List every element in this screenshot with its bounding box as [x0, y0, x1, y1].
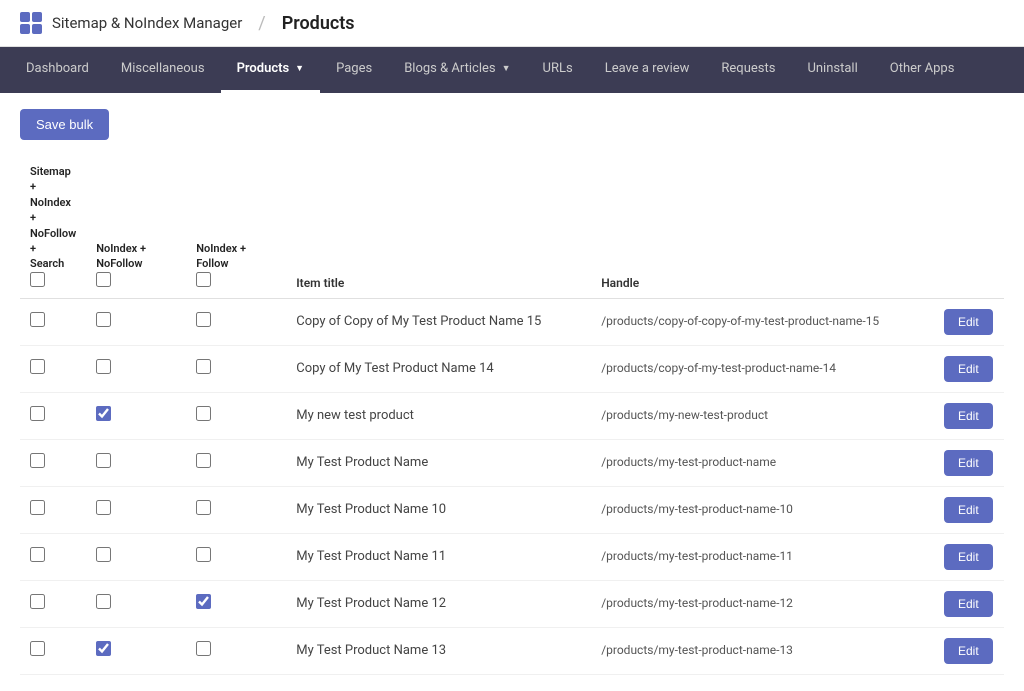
- row-title-0: Copy of Copy of My Test Product Name 15: [286, 298, 591, 345]
- row-title-5: My Test Product Name 11: [286, 533, 591, 580]
- table-row: My Test Product Name 11/products/my-test…: [20, 533, 1004, 580]
- row-check1-6[interactable]: [30, 594, 45, 609]
- table-body: Copy of Copy of My Test Product Name 15/…: [20, 298, 1004, 674]
- nav-item-products[interactable]: Products▼: [221, 47, 321, 93]
- nav-item-other-apps[interactable]: Other Apps: [874, 47, 971, 93]
- row-check2-6[interactable]: [96, 594, 111, 609]
- nav-bar: DashboardMiscellaneousProducts▼PagesBlog…: [0, 47, 1024, 93]
- row-check2-4[interactable]: [96, 500, 111, 515]
- table-row: Copy of Copy of My Test Product Name 15/…: [20, 298, 1004, 345]
- col-header-sitemap: Sitemap +NoIndex +NoFollow +Search: [20, 156, 86, 298]
- row-check2-5[interactable]: [96, 547, 111, 562]
- edit-button-6[interactable]: Edit: [944, 591, 993, 617]
- row-check2-3[interactable]: [96, 453, 111, 468]
- row-check2-1[interactable]: [96, 359, 111, 374]
- dropdown-arrow-icon: ▼: [502, 63, 511, 74]
- col-header-noindex-nofollow: NoIndex +NoFollow: [86, 156, 186, 298]
- row-check3-0[interactable]: [196, 312, 211, 327]
- row-title-7: My Test Product Name 13: [286, 627, 591, 674]
- app-header: Sitemap & NoIndex Manager / Products: [0, 0, 1024, 47]
- col-header-item-title: Item title: [286, 156, 591, 298]
- row-check3-7[interactable]: [196, 641, 211, 656]
- nav-item-pages[interactable]: Pages: [320, 47, 388, 93]
- col-header-noindex-follow: NoIndex +Follow: [186, 156, 286, 298]
- row-check1-7[interactable]: [30, 641, 45, 656]
- table-row: My Test Product Name/products/my-test-pr…: [20, 439, 1004, 486]
- row-handle-1: /products/copy-of-my-test-product-name-1…: [591, 345, 934, 392]
- row-check2-0[interactable]: [96, 312, 111, 327]
- edit-button-2[interactable]: Edit: [944, 403, 993, 429]
- edit-button-4[interactable]: Edit: [944, 497, 993, 523]
- nav-item-miscellaneous[interactable]: Miscellaneous: [105, 47, 221, 93]
- nav-item-blogs---articles[interactable]: Blogs & Articles▼: [388, 47, 526, 93]
- nav-item-leave-a-review[interactable]: Leave a review: [589, 47, 706, 93]
- edit-button-1[interactable]: Edit: [944, 356, 993, 382]
- row-check2-2[interactable]: [96, 406, 111, 421]
- page-title: Products: [282, 13, 355, 34]
- table-row: My Test Product Name 10/products/my-test…: [20, 486, 1004, 533]
- main-content: Save bulk Sitemap +NoIndex +NoFollow +Se…: [0, 93, 1024, 691]
- row-check2-7[interactable]: [96, 641, 111, 656]
- edit-button-7[interactable]: Edit: [944, 638, 993, 664]
- nav-item-dashboard[interactable]: Dashboard: [10, 47, 105, 93]
- edit-button-3[interactable]: Edit: [944, 450, 993, 476]
- row-title-1: Copy of My Test Product Name 14: [286, 345, 591, 392]
- table-row: My Test Product Name 12/products/my-test…: [20, 580, 1004, 627]
- edit-button-0[interactable]: Edit: [944, 309, 993, 335]
- row-check1-4[interactable]: [30, 500, 45, 515]
- breadcrumb-separator: /: [258, 13, 265, 34]
- table-row: My Test Product Name 13/products/my-test…: [20, 627, 1004, 674]
- nav-item-urls[interactable]: URLs: [527, 47, 589, 93]
- select-all-check1[interactable]: [30, 272, 45, 287]
- col-header-edit: [934, 156, 1004, 298]
- row-check3-2[interactable]: [196, 406, 211, 421]
- row-check1-5[interactable]: [30, 547, 45, 562]
- row-title-4: My Test Product Name 10: [286, 486, 591, 533]
- row-handle-6: /products/my-test-product-name-12: [591, 580, 934, 627]
- col-header-handle: Handle: [591, 156, 934, 298]
- row-handle-4: /products/my-test-product-name-10: [591, 486, 934, 533]
- edit-button-5[interactable]: Edit: [944, 544, 993, 570]
- row-handle-0: /products/copy-of-copy-of-my-test-produc…: [591, 298, 934, 345]
- row-check3-3[interactable]: [196, 453, 211, 468]
- row-check3-5[interactable]: [196, 547, 211, 562]
- dropdown-arrow-icon: ▼: [295, 63, 304, 74]
- nav-item-requests[interactable]: Requests: [705, 47, 791, 93]
- nav-item-uninstall[interactable]: Uninstall: [791, 47, 873, 93]
- row-handle-3: /products/my-test-product-name: [591, 439, 934, 486]
- row-check3-6[interactable]: [196, 594, 211, 609]
- table-row: My new test product/products/my-new-test…: [20, 392, 1004, 439]
- table-row: Copy of My Test Product Name 14/products…: [20, 345, 1004, 392]
- row-title-2: My new test product: [286, 392, 591, 439]
- row-check1-1[interactable]: [30, 359, 45, 374]
- row-check1-0[interactable]: [30, 312, 45, 327]
- save-bulk-button[interactable]: Save bulk: [20, 109, 109, 140]
- row-check3-4[interactable]: [196, 500, 211, 515]
- row-check1-2[interactable]: [30, 406, 45, 421]
- select-all-check2[interactable]: [96, 272, 111, 287]
- row-handle-2: /products/my-new-test-product: [591, 392, 934, 439]
- select-all-check3[interactable]: [196, 272, 211, 287]
- row-title-3: My Test Product Name: [286, 439, 591, 486]
- products-table: Sitemap +NoIndex +NoFollow +Search NoInd…: [20, 156, 1004, 675]
- app-name: Sitemap & NoIndex Manager: [52, 14, 242, 32]
- row-handle-5: /products/my-test-product-name-11: [591, 533, 934, 580]
- row-check1-3[interactable]: [30, 453, 45, 468]
- row-check3-1[interactable]: [196, 359, 211, 374]
- row-handle-7: /products/my-test-product-name-13: [591, 627, 934, 674]
- app-icon: [20, 12, 42, 34]
- row-title-6: My Test Product Name 12: [286, 580, 591, 627]
